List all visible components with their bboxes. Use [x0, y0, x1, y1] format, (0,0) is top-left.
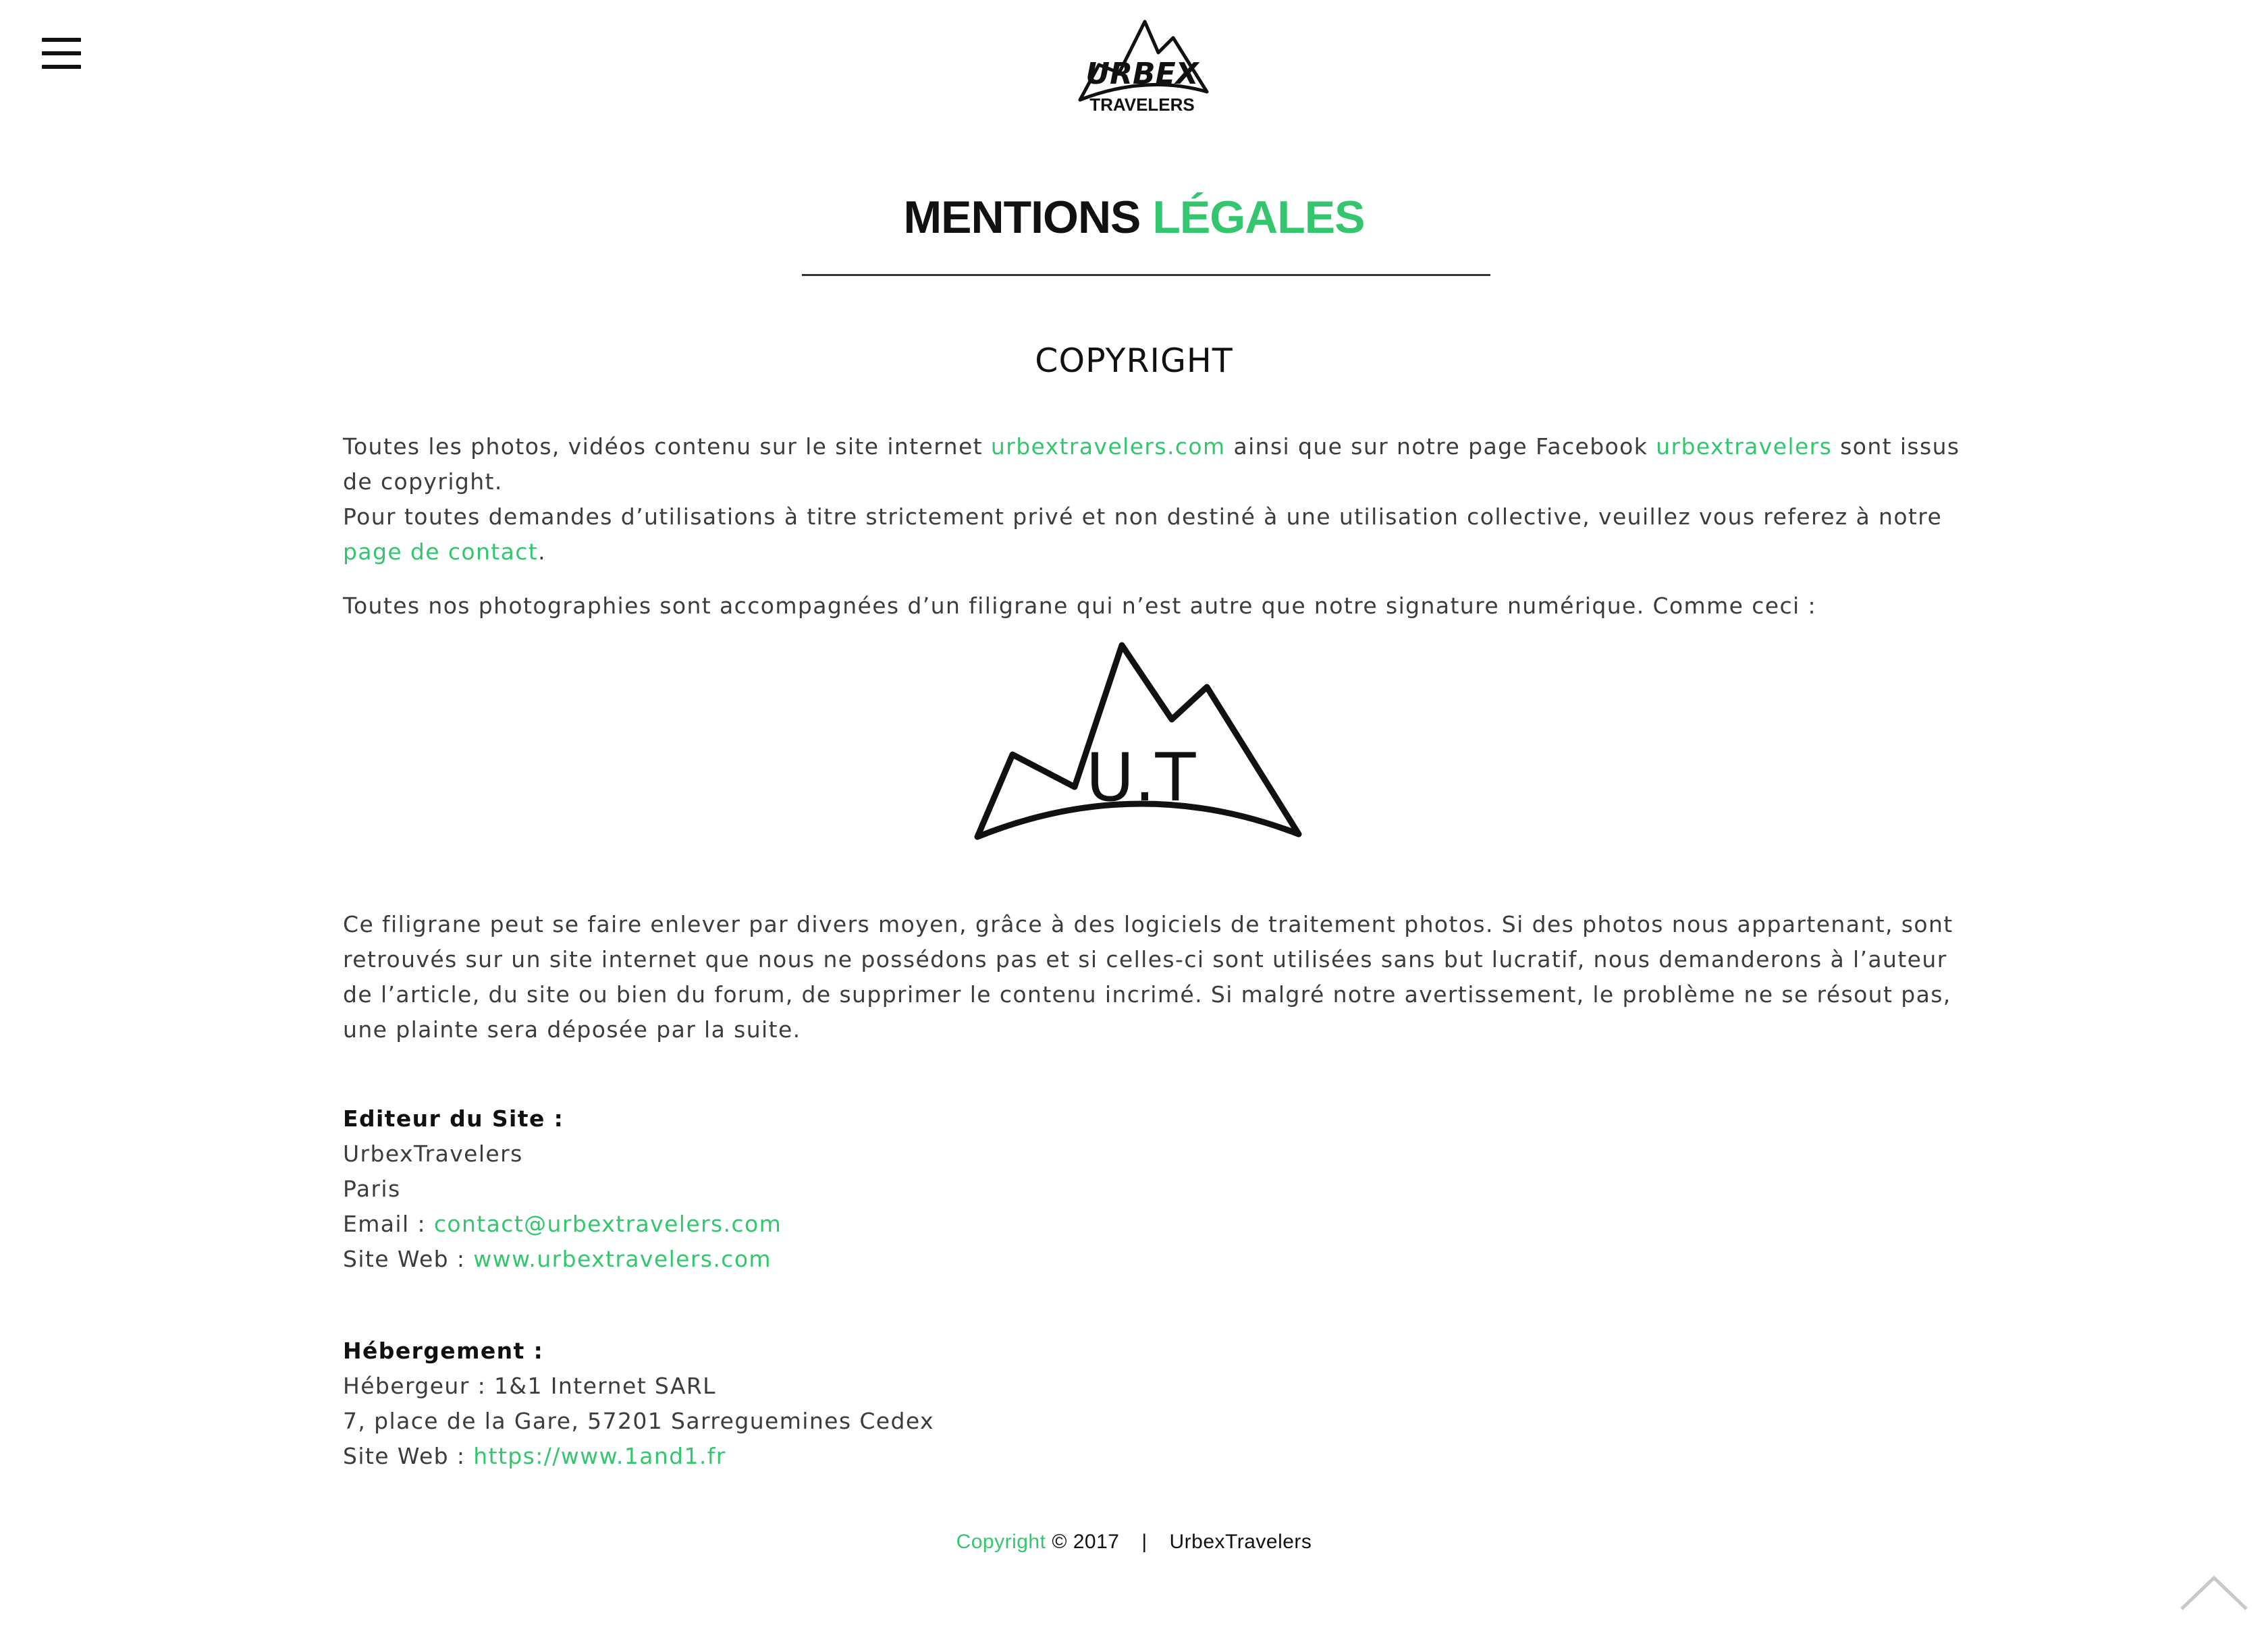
footer-separator: | [1141, 1531, 1148, 1553]
copyright-text: . [538, 539, 547, 565]
hamburger-menu-icon[interactable] [42, 38, 81, 69]
editor-name: UrbexTravelers [343, 1141, 523, 1167]
watermark-letters: U.T [1086, 740, 1197, 817]
page-title: MENTIONS LÉGALES [0, 194, 2268, 240]
site-link[interactable]: urbextravelers.com [991, 433, 1226, 460]
site-label: Site Web : [343, 1246, 474, 1272]
footer-year: © 2017 [1052, 1531, 1120, 1553]
logo-word-top: URBEX [1085, 57, 1199, 91]
editor-email-row: Email : contact@urbextravelers.com [343, 1207, 1963, 1242]
footer: Copyright © 2017 | UrbexTravelers [0, 1531, 2268, 1554]
hosting-site-row: Site Web : https://www.1and1.fr [343, 1439, 1963, 1474]
watermark-paragraph: Ce filigrane peut se faire enlever par d… [343, 911, 1953, 1043]
urbex-travelers-watermark: U.T [974, 642, 1302, 840]
editor-site-link[interactable]: www.urbextravelers.com [473, 1246, 772, 1272]
hosting-site-link[interactable]: https://www.1and1.fr [473, 1443, 726, 1469]
editor-section: Editeur du Site : UrbexTravelers Paris E… [343, 1101, 1963, 1277]
site-label: Site Web : [343, 1443, 474, 1469]
hosting-heading: Hébergement : [343, 1338, 544, 1364]
watermark-intro: Toutes nos photographies sont accompagné… [343, 593, 1816, 619]
page-title-part1: MENTIONS [903, 192, 1141, 243]
copyright-paragraph-1: Toutes les photos, vidéos contenu sur le… [343, 429, 1963, 570]
contact-page-link[interactable]: page de contact [343, 539, 538, 565]
logo-word-bottom: TRAVELERS [1089, 94, 1195, 115]
copyright-text: Toutes les photos, vidéos contenu sur le… [343, 433, 991, 460]
hosting-host: Hébergeur : 1&1 Internet SARL [343, 1373, 716, 1399]
hosting-section: Hébergement : Hébergeur : 1&1 Internet S… [343, 1334, 1963, 1474]
email-label: Email : [343, 1211, 434, 1237]
editor-city: Paris [343, 1176, 401, 1202]
footer-brand: UrbexTravelers [1169, 1531, 1312, 1553]
hosting-address: 7, place de la Gare, 57201 Sarreguemines… [343, 1408, 934, 1434]
copyright-text: Pour toutes demandes d’utilisations à ti… [343, 503, 1943, 530]
copyright-text: ainsi que sur notre page Facebook [1225, 433, 1656, 460]
facebook-link[interactable]: urbextravelers [1656, 433, 1832, 460]
title-divider [802, 274, 1490, 276]
page-title-part2: LÉGALES [1152, 192, 1365, 243]
footer-copyright-link[interactable]: Copyright [956, 1531, 1046, 1553]
section-heading-copyright: COPYRIGHT [1035, 341, 1233, 380]
email-link[interactable]: contact@urbextravelers.com [434, 1211, 782, 1237]
chevron-up-icon[interactable] [2179, 1572, 2249, 1612]
editor-site-row: Site Web : www.urbextravelers.com [343, 1242, 1963, 1277]
urbex-travelers-logo[interactable]: URBEX TRAVELERS [1072, 16, 1212, 117]
editor-heading: Editeur du Site : [343, 1105, 564, 1132]
